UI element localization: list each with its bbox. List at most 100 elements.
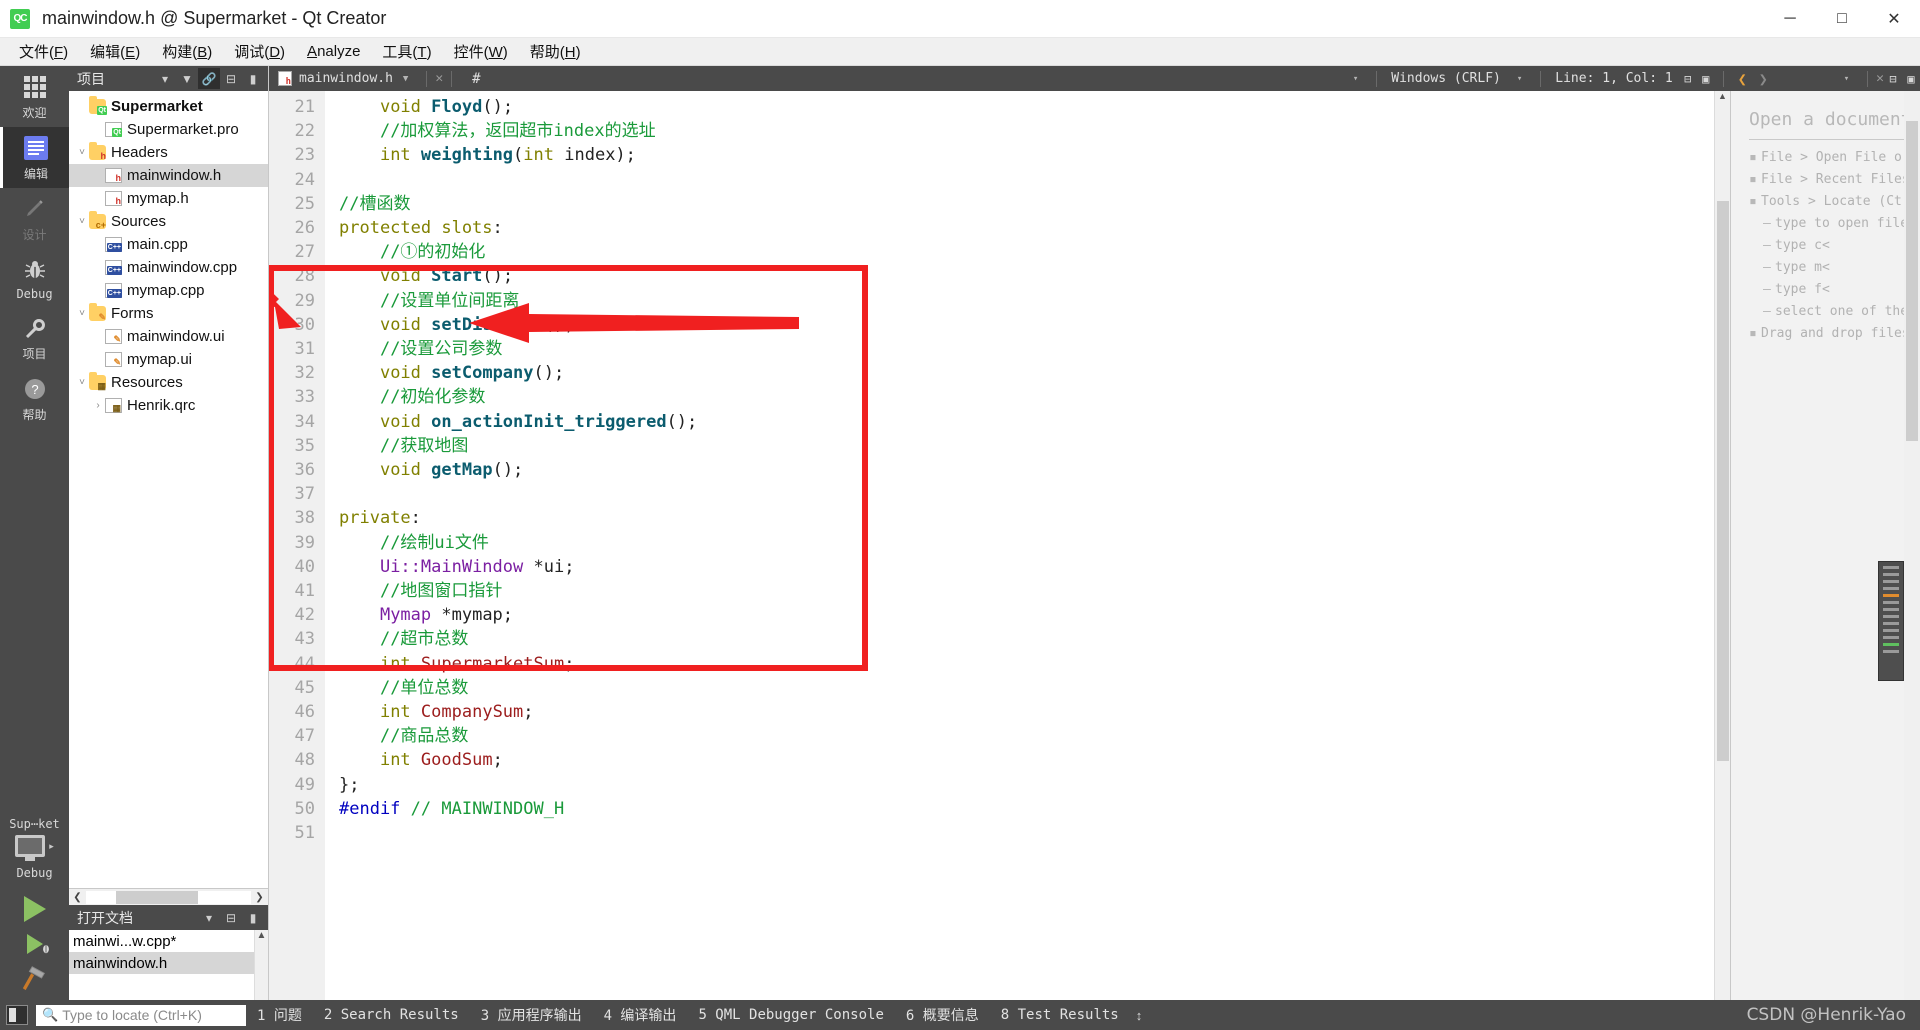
chevron-down-icon[interactable]: ▼ — [403, 74, 408, 84]
menu-item-5[interactable]: 工具(T) — [371, 38, 442, 65]
split-close-icon[interactable]: ▣ — [1697, 72, 1715, 86]
menu-item-4[interactable]: Analyze — [296, 40, 371, 63]
tree-item-henrik-qrc[interactable]: › ▦ Henrik.qrc — [69, 394, 268, 417]
close-button[interactable]: ✕ — [1868, 0, 1920, 38]
code-line[interactable]: Mymap *mymap; — [339, 603, 1714, 627]
locate-input[interactable]: 🔍 Type to locate (Ctrl+K) — [36, 1004, 246, 1026]
output-tab-6[interactable]: 8 Test Results — [990, 1007, 1130, 1023]
vscroll-thumb[interactable] — [1717, 201, 1729, 761]
tree-item-mainwindow-cpp[interactable]: C++ mainwindow.cpp — [69, 256, 268, 279]
code-line[interactable]: //初始化参数 — [339, 385, 1714, 409]
menu-item-3[interactable]: 调试(D) — [223, 38, 296, 65]
tree-item-mymap-cpp[interactable]: C++ mymap.cpp — [69, 279, 268, 302]
mode-help[interactable]: ? 帮助 — [0, 368, 69, 429]
toggle-sidebar-button[interactable] — [6, 1005, 28, 1025]
twisty-icon[interactable]: ˅ — [75, 147, 89, 158]
code-line[interactable] — [339, 168, 1714, 192]
code-line[interactable]: //绘制ui文件 — [339, 531, 1714, 555]
mode-design[interactable]: 设计 — [0, 188, 69, 249]
code-line[interactable]: //①的初始化 — [339, 240, 1714, 264]
debug-button[interactable] — [26, 934, 49, 954]
mode-edit[interactable]: 编辑 — [0, 127, 69, 188]
menu-item-6[interactable]: 控件(W) — [443, 38, 519, 65]
project-tree[interactable]: Qt Supermarket Qt Supermarket.pro ˅ h Headers h… — [69, 91, 268, 888]
code-line[interactable]: void setDistance(); — [339, 313, 1714, 337]
nav-back-icon[interactable]: ❮ — [1732, 70, 1753, 88]
code-pane[interactable]: 21 22 23 24 25 26 27 28 29 30 31 32 33 34 35 36 37 38 39 40… — [269, 91, 1714, 1000]
nav-forward-icon[interactable]: ❯ — [1753, 70, 1774, 88]
minimize-button[interactable]: ─ — [1764, 0, 1816, 38]
maximize-button[interactable]: □ — [1816, 0, 1868, 38]
output-pane-toggle-icon[interactable]: ↕ — [1130, 1008, 1143, 1023]
close-editor-icon[interactable]: ✕ — [1876, 71, 1884, 86]
code-line[interactable]: //单位总数 — [339, 676, 1714, 700]
build-button[interactable] — [20, 964, 50, 992]
menu-item-1[interactable]: 编辑(E) — [79, 38, 151, 65]
close-icon[interactable]: ▮ — [242, 68, 264, 89]
code-line[interactable]: int SupermarketSum; — [339, 652, 1714, 676]
code-line[interactable]: protected slots: — [339, 216, 1714, 240]
code-line[interactable]: void Start(); — [339, 264, 1714, 288]
tree-item-sources[interactable]: ˅ c+ Sources — [69, 210, 268, 233]
code-line[interactable]: int weighting(int index); — [339, 143, 1714, 167]
code-line[interactable]: int GoodSum; — [339, 748, 1714, 772]
output-tab-4[interactable]: 5 QML Debugger Console — [687, 1007, 894, 1023]
tree-item-headers[interactable]: ˅ h Headers — [69, 141, 268, 164]
code-line[interactable]: //设置单位间距离 — [339, 289, 1714, 313]
code-line[interactable]: //设置公司参数 — [339, 337, 1714, 361]
twisty-icon[interactable]: › — [91, 400, 105, 411]
tree-item-mymap-ui[interactable]: ✎ mymap.ui — [69, 348, 268, 371]
code-line[interactable]: void setCompany(); — [339, 361, 1714, 385]
split-icon[interactable]: ⊟ — [220, 907, 242, 928]
code-minimap[interactable] — [1878, 561, 1904, 681]
code-text[interactable]: void Floyd(); //加权算法，返回超市index的选址 int we… — [325, 91, 1714, 1000]
code-line[interactable]: //地图窗口指针 — [339, 579, 1714, 603]
code-line[interactable]: void on_actionInit_triggered(); — [339, 410, 1714, 434]
chevron-down-icon[interactable]: ▾ — [154, 68, 176, 89]
output-tab-1[interactable]: 2 Search Results — [313, 1007, 470, 1023]
output-tab-2[interactable]: 3 应用程序输出 — [470, 1005, 593, 1025]
split-icon[interactable]: ⊟ — [1679, 72, 1697, 86]
mode-projects[interactable]: 项目 — [0, 307, 69, 368]
code-line[interactable]: //获取地图 — [339, 434, 1714, 458]
twisty-icon[interactable]: ˅ — [75, 377, 89, 388]
hscroll-thumb[interactable] — [115, 890, 199, 904]
close-editor-icon[interactable]: ✕ — [435, 71, 443, 86]
code-line[interactable]: void Floyd(); — [339, 95, 1714, 119]
mode-debug[interactable]: Debug — [0, 249, 69, 307]
code-line[interactable]: //槽函数 — [339, 192, 1714, 216]
tree-item-mainwindow-h[interactable]: h mainwindow.h — [69, 164, 268, 187]
project-tree-hscrollbar[interactable]: ❮ ❯ — [69, 888, 268, 905]
tree-item-supermarket-pro[interactable]: Qt Supermarket.pro — [69, 118, 268, 141]
menu-item-2[interactable]: 构建(B) — [151, 38, 223, 65]
tree-item-mainwindow-ui[interactable]: ✎ mainwindow.ui — [69, 325, 268, 348]
twisty-icon[interactable]: ˅ — [75, 216, 89, 227]
code-line[interactable] — [339, 482, 1714, 506]
code-line[interactable]: //加权算法，返回超市index的选址 — [339, 119, 1714, 143]
vscroll-thumb[interactable] — [1906, 121, 1918, 441]
tree-item-main-cpp[interactable]: C++ main.cpp — [69, 233, 268, 256]
menu-item-7[interactable]: 帮助(H) — [519, 38, 592, 65]
placeholder-vscrollbar[interactable] — [1904, 91, 1920, 1000]
close-icon[interactable]: ▮ — [242, 907, 264, 928]
chevron-down-icon[interactable]: ▾ — [1517, 74, 1522, 84]
chevron-down-icon[interactable]: ▾ — [1353, 74, 1358, 84]
output-tab-3[interactable]: 4 编译输出 — [593, 1005, 688, 1025]
symbol-selector[interactable]: # — [472, 71, 480, 87]
scroll-up-icon[interactable]: ▲ — [1715, 91, 1730, 107]
open-document-item-1[interactable]: mainwindow.h — [69, 952, 268, 974]
open-documents-scrollbar[interactable]: ▲ — [254, 930, 268, 1000]
open-document-item-0[interactable]: mainwi...w.cpp* — [69, 930, 268, 952]
split-close-icon[interactable]: ▣ — [1902, 72, 1920, 86]
open-documents-list[interactable]: mainwi...w.cpp* mainwindow.h ▲ — [69, 930, 268, 1000]
link-icon[interactable]: 🔗 — [198, 68, 220, 89]
code-line[interactable]: //超市总数 — [339, 627, 1714, 651]
twisty-icon[interactable]: ˅ — [75, 308, 89, 319]
code-line[interactable]: int CompanySum; — [339, 700, 1714, 724]
code-line[interactable]: private: — [339, 506, 1714, 530]
line-ending-selector[interactable]: Windows (CRLF) — [1385, 71, 1507, 86]
code-line[interactable]: //商品总数 — [339, 724, 1714, 748]
mode-welcome[interactable]: 欢迎 — [0, 66, 69, 127]
tree-item-forms[interactable]: ˅ ✎ Forms — [69, 302, 268, 325]
tree-item-supermarket[interactable]: Qt Supermarket — [69, 95, 268, 118]
